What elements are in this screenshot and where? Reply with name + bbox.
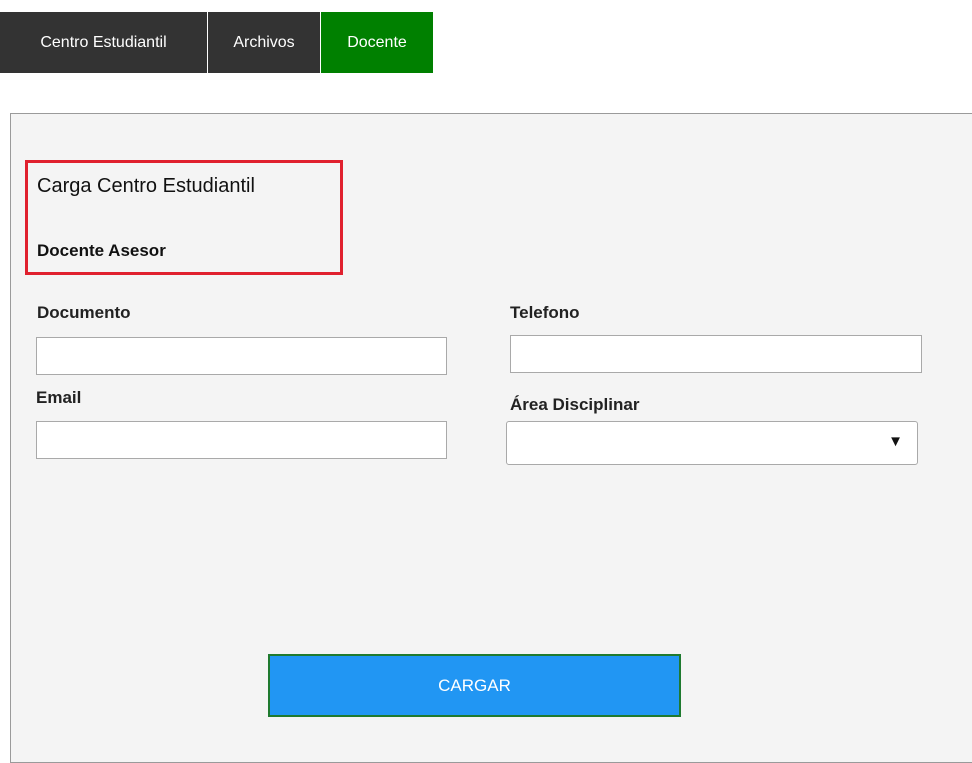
- telefono-label: Telefono: [510, 303, 580, 322]
- tab-docente[interactable]: Docente: [321, 12, 433, 73]
- dropdown-arrow-icon: ▼: [888, 433, 903, 450]
- email-input[interactable]: [36, 421, 447, 459]
- tab-centro-estudiantil[interactable]: Centro Estudiantil: [0, 12, 208, 73]
- telefono-input[interactable]: [510, 335, 922, 373]
- documento-input[interactable]: [36, 337, 447, 375]
- tab-archivos[interactable]: Archivos: [208, 12, 321, 73]
- form-title: Carga Centro Estudiantil: [37, 175, 255, 197]
- cargar-button[interactable]: CARGAR: [268, 654, 681, 717]
- documento-label: Documento: [37, 303, 131, 322]
- email-label: Email: [36, 388, 82, 407]
- area-disciplinar-select[interactable]: ▼: [506, 421, 918, 465]
- tab-bar: Centro Estudiantil Archivos Docente: [0, 12, 433, 73]
- form-subtitle: Docente Asesor: [37, 241, 166, 260]
- area-disciplinar-label: Área Disciplinar: [510, 395, 640, 414]
